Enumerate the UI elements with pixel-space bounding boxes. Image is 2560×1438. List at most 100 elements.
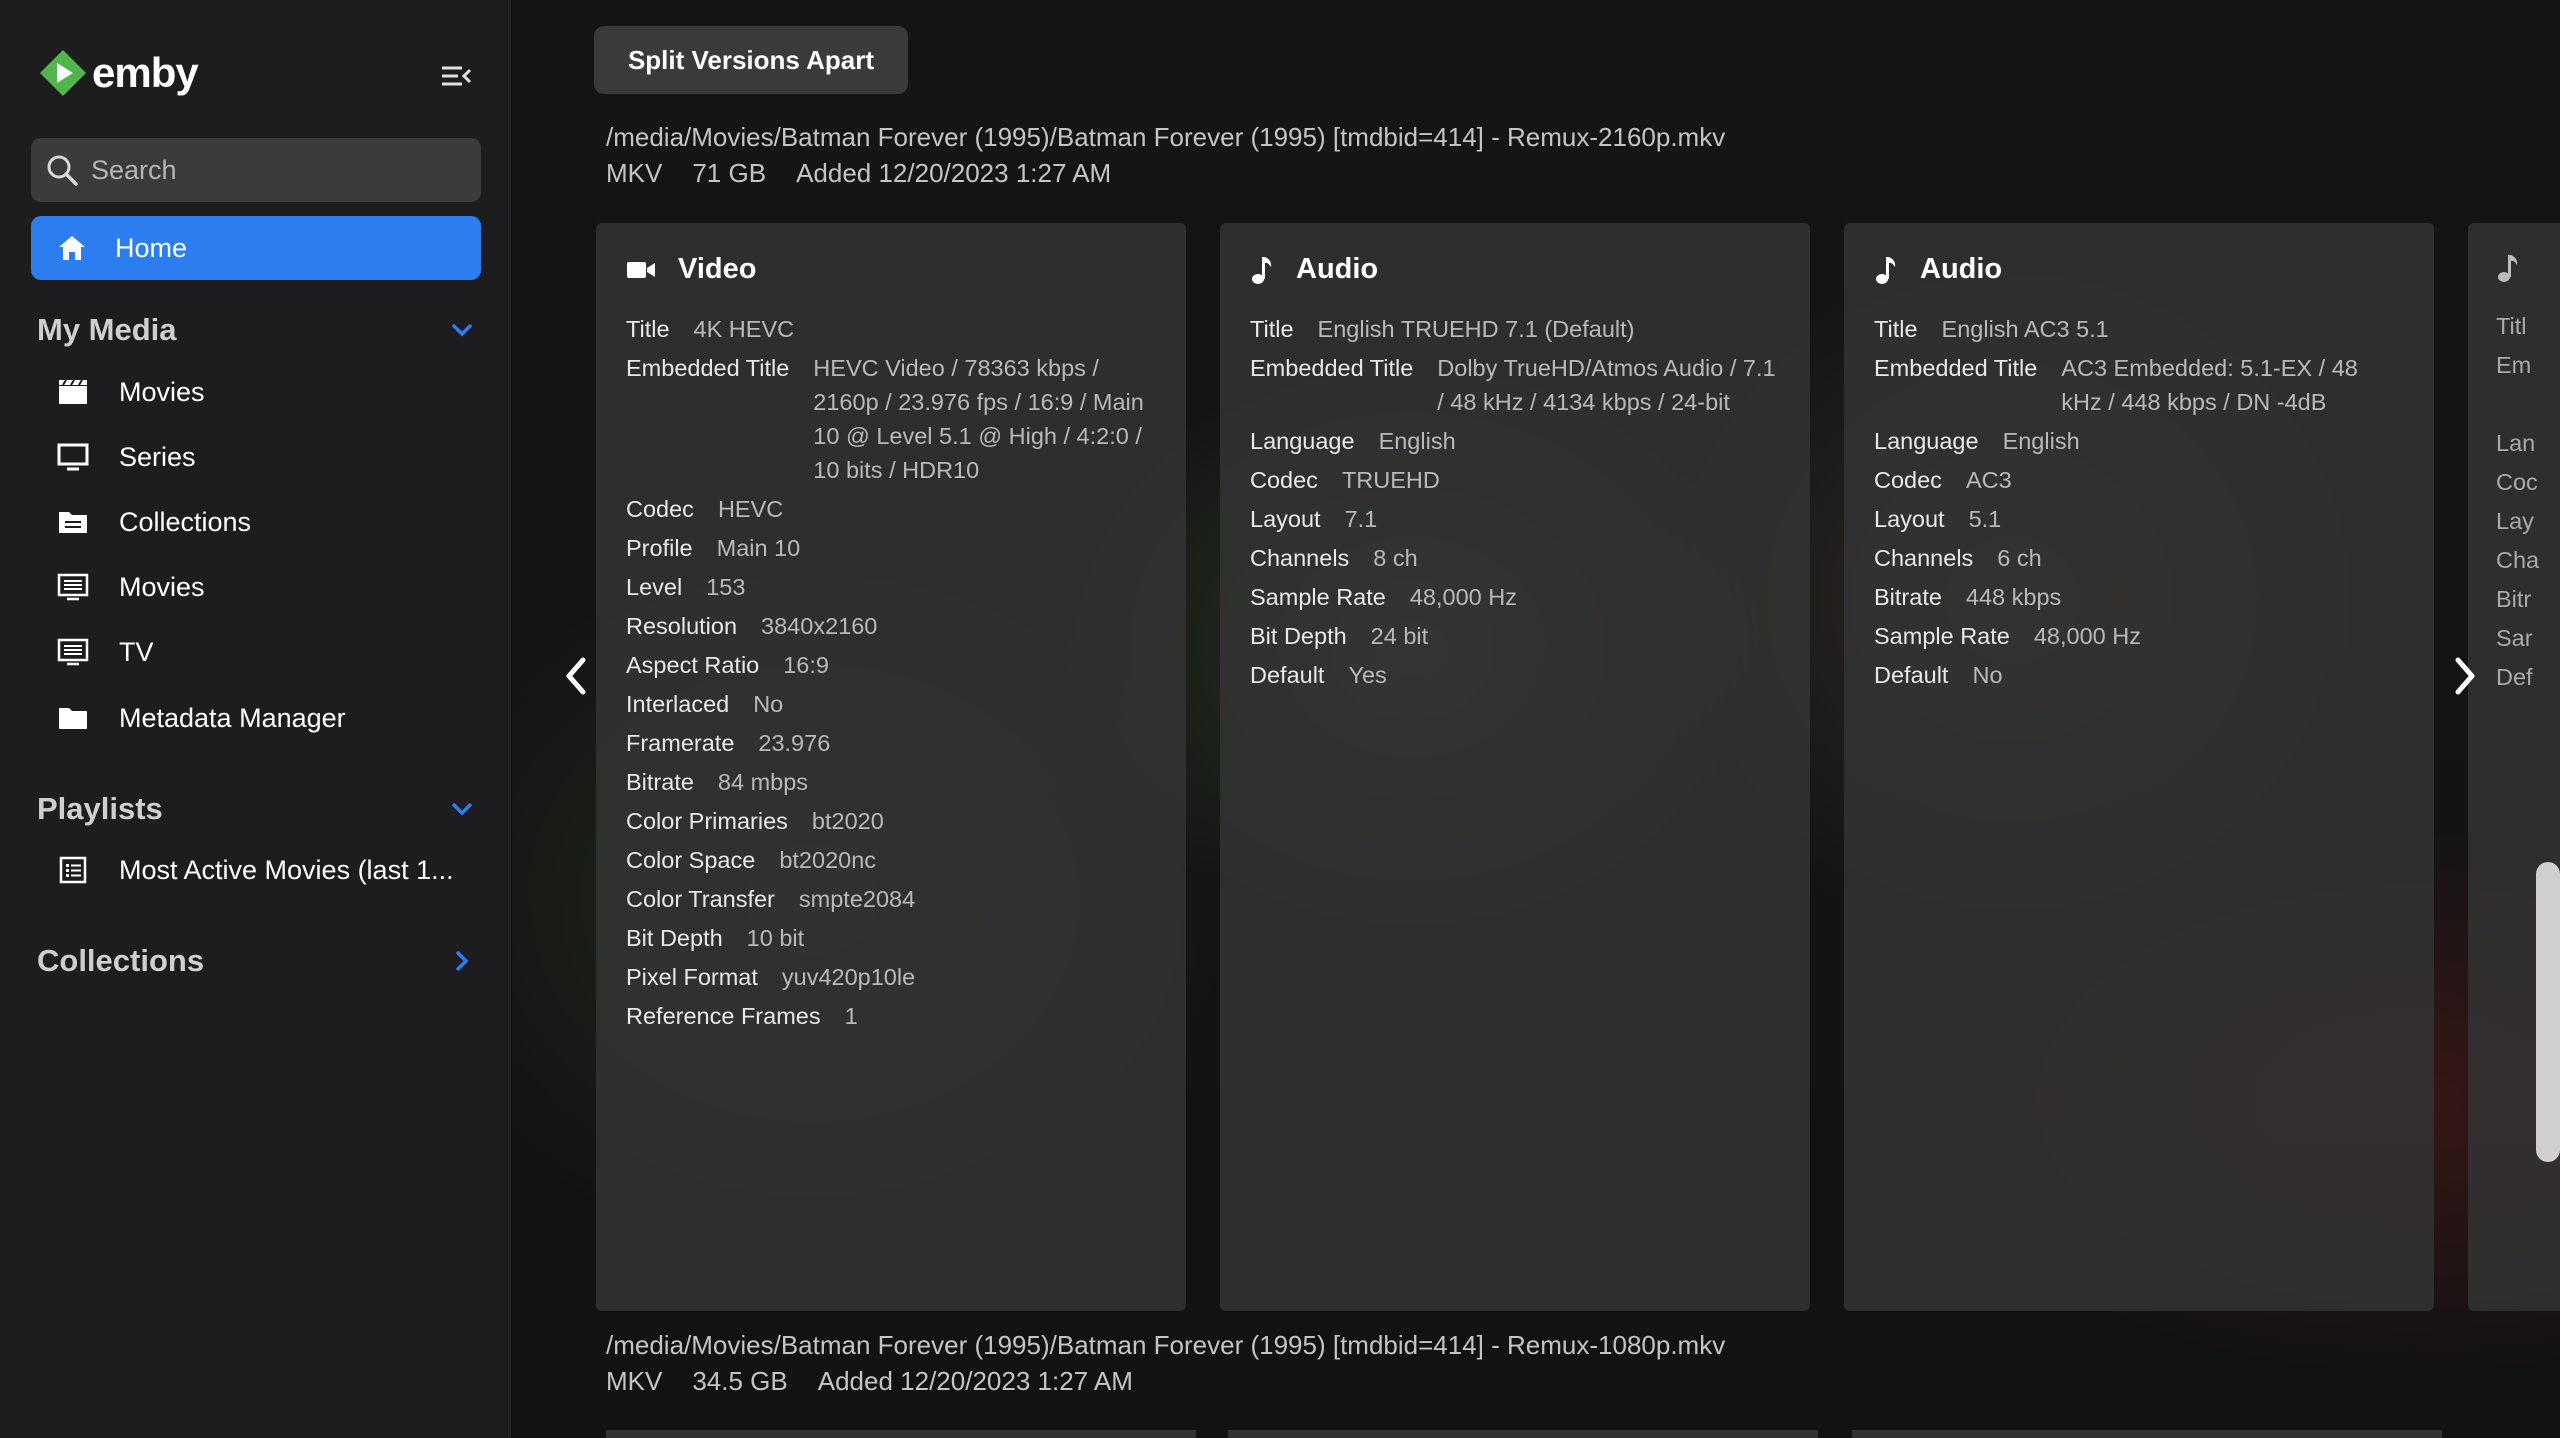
home-icon xyxy=(59,236,85,260)
row-key: Bitrate xyxy=(626,769,694,795)
row-value: English xyxy=(1378,428,1456,454)
stream-row: Profile Main 10 xyxy=(626,531,1156,565)
row-key: Titl xyxy=(2496,313,2527,339)
sidebar-item-series[interactable]: Series xyxy=(55,432,475,482)
stream-row: Pixel Format yuv420p10le xyxy=(626,960,1156,994)
row-key: Resolution xyxy=(626,613,738,639)
stream-row: Cha xyxy=(2496,543,2560,577)
file-size: 34.5 GB xyxy=(692,1366,788,1396)
main-content: Split Versions Apart /media/Movies/Batma… xyxy=(512,0,2560,1438)
row-key: Lay xyxy=(2496,508,2534,534)
row-key: Codec xyxy=(1874,467,1942,493)
row-value: 1 xyxy=(844,1003,858,1029)
row-key: Level xyxy=(626,574,683,600)
row-key: Title xyxy=(626,316,670,342)
emby-logo[interactable]: emby xyxy=(38,48,199,98)
row-value: bt2020 xyxy=(811,808,884,834)
music-note-icon xyxy=(1876,256,1896,284)
my-media-header[interactable]: My Media xyxy=(37,312,477,348)
row-value: Yes xyxy=(1348,662,1387,688)
search-box[interactable] xyxy=(31,138,481,202)
collections-header[interactable]: Collections xyxy=(37,943,477,979)
row-value: yuv420p10le xyxy=(781,964,916,990)
collapse-sidebar-button[interactable] xyxy=(438,58,474,94)
stream-row: Bit Depth 10 bit xyxy=(626,921,1156,955)
chevron-down-icon[interactable] xyxy=(447,794,477,824)
row-value: smpte2084 xyxy=(798,886,916,912)
chevron-right-icon xyxy=(2455,657,2475,695)
row-key: Title xyxy=(1250,316,1294,342)
scroll-right-button[interactable] xyxy=(2445,646,2485,706)
version-file-path: /media/Movies/Batman Forever (1995)/Batm… xyxy=(606,122,1726,152)
card-title: Video xyxy=(678,253,757,285)
card-header xyxy=(2496,253,2560,283)
stream-row: Coc xyxy=(2496,465,2560,499)
row-value: 6 ch xyxy=(1997,545,2042,571)
sidebar-item-label: Metadata Manager xyxy=(119,702,346,733)
music-note-icon xyxy=(2498,255,2518,282)
row-key: Channels xyxy=(1250,545,1350,571)
stream-row: Color Primaries bt2020 xyxy=(626,804,1156,838)
search-input[interactable] xyxy=(91,154,451,186)
row-key: Interlaced xyxy=(626,691,730,717)
sidebar-item-tv[interactable]: TV xyxy=(55,627,475,677)
row-key: Em xyxy=(2496,352,2532,378)
row-key: Color Transfer xyxy=(626,886,775,912)
sidebar-item-label: TV xyxy=(119,636,154,667)
playlists-header[interactable]: Playlists xyxy=(37,791,477,827)
card-header: Audio xyxy=(1874,253,2404,286)
stream-row: Layout 5.1 xyxy=(1874,502,2404,536)
page-scrollbar[interactable] xyxy=(2536,862,2560,1162)
stream-row: Def xyxy=(2496,660,2560,694)
stream-row: Channels 8 ch xyxy=(1250,541,1780,575)
row-key: Sample Rate xyxy=(1250,584,1386,610)
sidebar-item-movies-library[interactable]: Movies xyxy=(55,562,475,612)
stream-row: Channels 6 ch xyxy=(1874,541,2404,575)
row-key: Coc xyxy=(2496,469,2538,495)
row-value: 8 ch xyxy=(1373,545,1418,571)
folder-stack-icon xyxy=(55,504,91,540)
scroll-left-button[interactable] xyxy=(556,646,596,706)
sidebar-item-playlist[interactable]: Most Active Movies (last 1... xyxy=(55,845,475,895)
row-value: English TRUEHD 7.1 (Default) xyxy=(1317,316,1635,342)
chevron-right-icon[interactable] xyxy=(447,946,477,976)
stream-row: Titl xyxy=(2496,309,2560,343)
sidebar-item-movies[interactable]: Movies xyxy=(55,367,475,417)
stream-row: Framerate 23.976 xyxy=(626,726,1156,760)
row-key: Sar xyxy=(2496,625,2533,651)
stream-rows: Title English TRUEHD 7.1 (Default) Embedd… xyxy=(1250,312,1780,692)
sidebar: emby Home My Media xyxy=(0,0,511,1438)
emby-logo-text: emby xyxy=(92,49,199,96)
folder-icon xyxy=(55,700,91,736)
stream-row: Sample Rate 48,000 Hz xyxy=(1874,619,2404,653)
row-value: bt2020nc xyxy=(779,847,877,873)
stream-row: Resolution 3840x2160 xyxy=(626,609,1156,643)
sidebar-item-label: Movies xyxy=(119,376,205,407)
clapperboard-icon xyxy=(55,374,91,410)
container-format: MKV xyxy=(606,1366,663,1396)
stream-row: Aspect Ratio 16:9 xyxy=(626,648,1156,682)
row-value: AC3 xyxy=(1965,467,2012,493)
row-key: Pixel Format xyxy=(626,964,758,990)
row-value: HEVC Video / 78363 kbps / 2160p / 23.976… xyxy=(813,355,1144,483)
section-title: My Media xyxy=(37,312,177,347)
section-title: Playlists xyxy=(37,791,163,826)
chevron-down-icon[interactable] xyxy=(447,315,477,345)
split-versions-button[interactable]: Split Versions Apart xyxy=(594,26,908,94)
container-format: MKV xyxy=(606,158,663,188)
card-header: Audio xyxy=(1250,253,1780,286)
row-value: 153 xyxy=(706,574,746,600)
stream-row: Layout 7.1 xyxy=(1250,502,1780,536)
stream-row: Bit Depth 24 bit xyxy=(1250,619,1780,653)
music-note-icon xyxy=(1252,256,1272,284)
row-key: Embedded Title xyxy=(1874,355,2038,381)
sidebar-item-home[interactable]: Home xyxy=(31,216,481,280)
stream-row: Level 153 xyxy=(626,570,1156,604)
stream-row: Codec HEVC xyxy=(626,492,1156,526)
sidebar-item-metadata-manager[interactable]: Metadata Manager xyxy=(55,693,475,743)
row-value: HEVC xyxy=(717,496,784,522)
list-box-icon xyxy=(55,634,91,670)
stream-row: Codec AC3 xyxy=(1874,463,2404,497)
collapse-menu-icon xyxy=(442,66,472,86)
sidebar-item-collections[interactable]: Collections xyxy=(55,497,475,547)
